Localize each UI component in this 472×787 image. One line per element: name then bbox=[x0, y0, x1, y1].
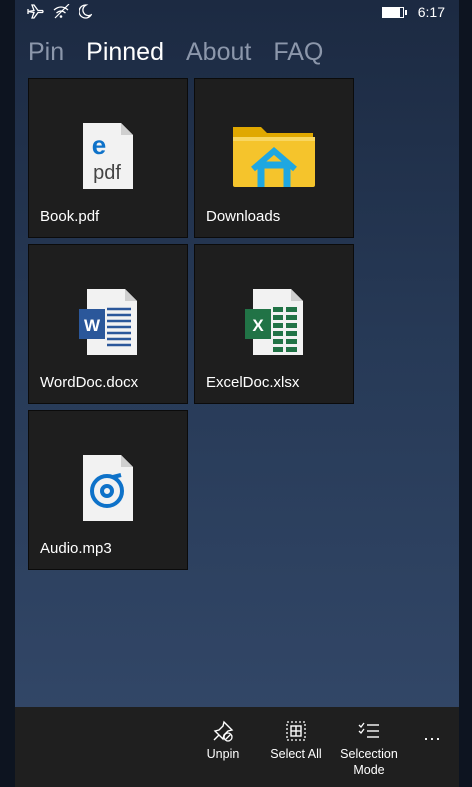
audio-file-icon bbox=[81, 453, 135, 528]
quiet-hours-icon bbox=[78, 4, 93, 24]
airplane-icon bbox=[27, 4, 44, 24]
word-file-icon: W bbox=[77, 287, 139, 362]
selection-mode-label-line2: Mode bbox=[353, 763, 385, 777]
tab-faq[interactable]: FAQ bbox=[273, 38, 323, 67]
status-bar: 6:17 bbox=[15, 0, 459, 26]
tile-label: Book.pdf bbox=[40, 208, 100, 225]
wifi-icon bbox=[53, 3, 70, 24]
tab-about[interactable]: About bbox=[186, 38, 251, 67]
tile-label: WordDoc.docx bbox=[40, 374, 139, 391]
tile-downloads[interactable]: Downloads bbox=[194, 78, 354, 238]
selection-mode-button[interactable]: Selcection Mode bbox=[334, 719, 404, 778]
tile-label: Audio.mp3 bbox=[40, 540, 112, 557]
selection-mode-label: Selcection Mode bbox=[334, 746, 404, 778]
folder-icon bbox=[231, 121, 317, 196]
status-icons-left bbox=[27, 3, 93, 24]
tile-worddoc-docx[interactable]: W WordDoc.docx bbox=[28, 244, 188, 404]
tile-label: ExcelDoc.xlsx bbox=[206, 374, 300, 391]
select-all-button[interactable]: Select All bbox=[261, 719, 331, 762]
app-screen: 6:17 Pin Pinned About FAQ e pdf Book.pdf bbox=[15, 0, 459, 787]
tile-audio-mp3[interactable]: Audio.mp3 bbox=[28, 410, 188, 570]
tile-book-pdf[interactable]: e pdf Book.pdf bbox=[28, 78, 188, 238]
battery-level bbox=[382, 7, 400, 17]
svg-text:W: W bbox=[84, 316, 101, 335]
svg-text:pdf: pdf bbox=[93, 162, 121, 184]
more-options-icon[interactable]: ⋯ bbox=[423, 729, 443, 750]
unpin-icon bbox=[188, 719, 258, 743]
tab-pin[interactable]: Pin bbox=[28, 38, 64, 67]
battery-icon bbox=[381, 6, 407, 18]
svg-text:X: X bbox=[252, 316, 264, 335]
clock: 6:17 bbox=[417, 4, 445, 20]
selection-mode-label-line1: Selcection bbox=[340, 747, 398, 761]
status-icons-right: 6:17 bbox=[381, 4, 445, 20]
command-bar: Unpin Select All Selcection Mode ⋯ bbox=[15, 707, 459, 787]
tab-pinned[interactable]: Pinned bbox=[86, 38, 164, 67]
pdf-file-icon: e pdf bbox=[81, 121, 135, 196]
unpin-label: Unpin bbox=[206, 747, 240, 761]
tile-exceldoc-xlsx[interactable]: X ExcelDoc.xlsx bbox=[194, 244, 354, 404]
selection-mode-icon bbox=[334, 719, 404, 743]
select-all-label: Select All bbox=[270, 747, 322, 761]
select-all-icon bbox=[261, 719, 331, 743]
excel-file-icon: X bbox=[243, 287, 305, 362]
tile-label: Downloads bbox=[206, 208, 281, 225]
svg-text:e: e bbox=[92, 130, 106, 160]
unpin-button[interactable]: Unpin bbox=[188, 719, 258, 762]
pivot-tabs: Pin Pinned About FAQ bbox=[28, 38, 323, 67]
pinned-tiles-grid: e pdf Book.pdf Downloads W WordDoc.docx … bbox=[28, 78, 354, 570]
